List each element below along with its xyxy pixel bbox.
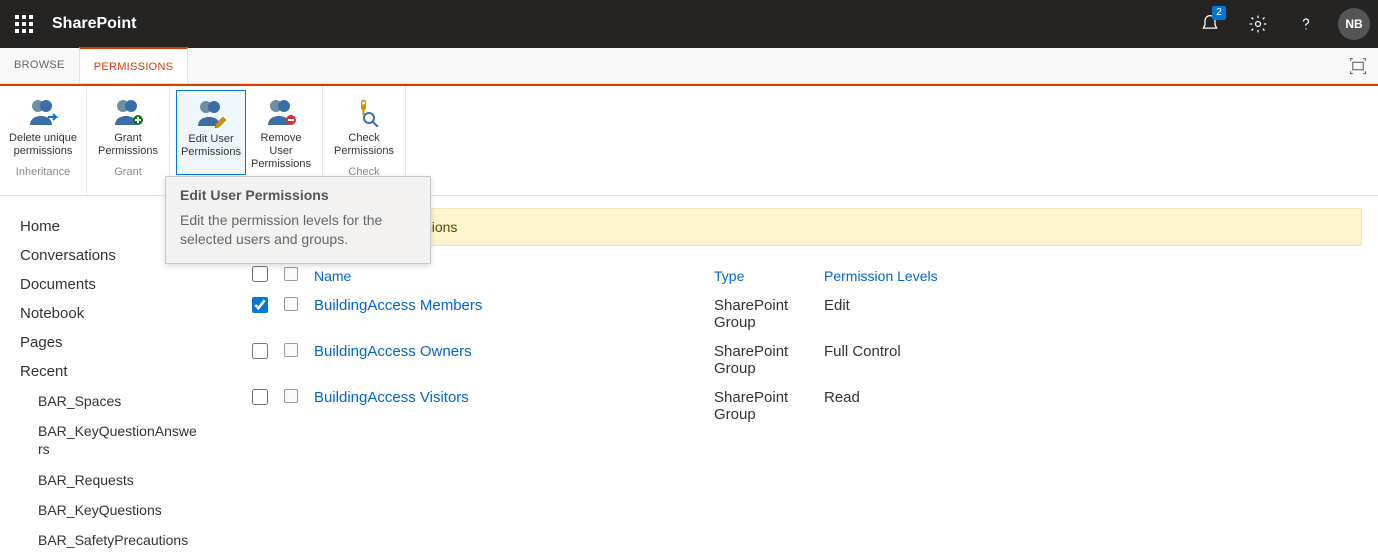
principal-type: SharePoint Group bbox=[706, 383, 816, 429]
ribbon-tooltip: Edit User Permissions Edit the permissio… bbox=[165, 176, 431, 264]
principal-type: SharePoint Group bbox=[706, 337, 816, 383]
ribbon-group-inheritance-label: Inheritance bbox=[6, 162, 80, 180]
focus-mode-button[interactable] bbox=[1346, 54, 1370, 78]
grant-permissions-label: Grant Permissions bbox=[98, 132, 158, 157]
grant-permissions-button[interactable]: Grant Permissions bbox=[93, 90, 163, 162]
user-avatar[interactable]: NB bbox=[1338, 8, 1370, 40]
permissions-table: Name Type Permission Levels BuildingAcce… bbox=[244, 260, 1362, 429]
remove-user-permissions-label: Remove User Permissions bbox=[251, 132, 311, 170]
suite-bar: SharePoint 2 NB bbox=[0, 0, 1378, 48]
table-row: BuildingAccess Visitors SharePoint Group… bbox=[244, 383, 1362, 429]
nav-recent[interactable]: Recent bbox=[20, 357, 220, 386]
brand-label: SharePoint bbox=[52, 15, 136, 33]
group-icon bbox=[284, 343, 298, 357]
table-row: BuildingAccess Members SharePoint Group … bbox=[244, 291, 1362, 337]
notification-badge: 2 bbox=[1212, 6, 1226, 20]
select-all-checkbox[interactable] bbox=[252, 266, 268, 282]
edit-user-permissions-icon bbox=[179, 95, 243, 131]
remove-user-permissions-button[interactable]: Remove User Permissions bbox=[246, 90, 316, 175]
tooltip-title: Edit User Permissions bbox=[180, 187, 416, 203]
col-header-type[interactable]: Type bbox=[706, 260, 816, 291]
permission-level: Edit bbox=[816, 291, 1362, 337]
nav-recent-item[interactable]: BAR_Spaces bbox=[20, 386, 220, 416]
edit-user-permissions-label: Edit User Permissions bbox=[181, 133, 241, 158]
app-launcher-icon[interactable] bbox=[0, 0, 48, 48]
principal-link[interactable]: BuildingAccess Visitors bbox=[314, 389, 469, 406]
nav-recent-item[interactable]: BAR_SafetyPrecautions bbox=[20, 525, 220, 555]
row-checkbox[interactable] bbox=[252, 389, 268, 405]
delete-unique-permissions-label: Delete unique permissions bbox=[9, 132, 77, 157]
tab-browse[interactable]: BROWSE bbox=[0, 47, 79, 83]
settings-button[interactable] bbox=[1234, 0, 1282, 48]
help-button[interactable] bbox=[1282, 0, 1330, 48]
col-header-name[interactable]: Name bbox=[306, 260, 706, 291]
tab-permissions[interactable]: PERMISSIONS bbox=[79, 47, 189, 83]
ribbon-tab-bar: BROWSE PERMISSIONS bbox=[0, 48, 1378, 84]
edit-user-permissions-button[interactable]: Edit User Permissions bbox=[176, 90, 246, 175]
principal-link[interactable]: BuildingAccess Members bbox=[314, 297, 482, 314]
header-group-icon bbox=[284, 267, 298, 281]
delete-unique-permissions-button[interactable]: Delete unique permissions bbox=[6, 90, 80, 162]
nav-recent-item[interactable]: BAR_KeyQuestions bbox=[20, 495, 220, 525]
principal-link[interactable]: BuildingAccess Owners bbox=[314, 343, 472, 360]
nav-pages[interactable]: Pages bbox=[20, 328, 220, 357]
principal-type: SharePoint Group bbox=[706, 291, 816, 337]
check-permissions-button[interactable]: Check Permissions bbox=[329, 90, 399, 162]
tooltip-description: Edit the permission levels for the selec… bbox=[180, 211, 416, 249]
remove-user-permissions-icon bbox=[248, 94, 314, 130]
permission-level: Full Control bbox=[816, 337, 1362, 383]
delete-unique-permissions-icon bbox=[8, 94, 78, 130]
check-permissions-icon bbox=[331, 94, 397, 130]
group-icon bbox=[284, 389, 298, 403]
ribbon-group-grant: Grant Permissions Grant bbox=[87, 86, 170, 195]
nav-recent-item[interactable]: BAR_KeyQuestionAnswers bbox=[20, 416, 200, 464]
group-icon bbox=[284, 297, 298, 311]
nav-notebook[interactable]: Notebook bbox=[20, 299, 220, 328]
grant-permissions-icon bbox=[95, 94, 161, 130]
ribbon-group-inheritance: Delete unique permissions Inheritance bbox=[0, 86, 87, 195]
nav-recent-item[interactable]: BAR_Requests bbox=[20, 465, 220, 495]
nav-documents[interactable]: Documents bbox=[20, 270, 220, 299]
col-header-levels[interactable]: Permission Levels bbox=[816, 260, 1362, 291]
table-row: BuildingAccess Owners SharePoint Group F… bbox=[244, 337, 1362, 383]
row-checkbox[interactable] bbox=[252, 297, 268, 313]
ribbon-group-grant-label: Grant bbox=[93, 162, 163, 180]
row-checkbox[interactable] bbox=[252, 343, 268, 359]
notifications-button[interactable]: 2 bbox=[1186, 0, 1234, 48]
check-permissions-label: Check Permissions bbox=[334, 132, 394, 157]
permission-level: Read bbox=[816, 383, 1362, 429]
